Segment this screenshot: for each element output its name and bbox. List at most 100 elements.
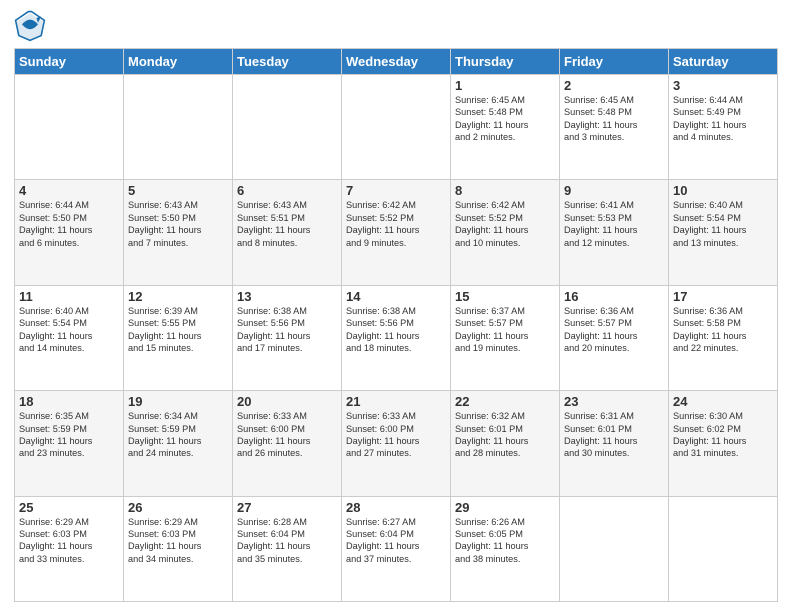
day-number: 14: [346, 289, 446, 304]
calendar-cell: 6Sunrise: 6:43 AM Sunset: 5:51 PM Daylig…: [233, 180, 342, 285]
day-number: 15: [455, 289, 555, 304]
day-info: Sunrise: 6:38 AM Sunset: 5:56 PM Dayligh…: [346, 305, 446, 355]
calendar-cell: 11Sunrise: 6:40 AM Sunset: 5:54 PM Dayli…: [15, 285, 124, 390]
weekday-header: Thursday: [451, 49, 560, 75]
calendar-cell: 8Sunrise: 6:42 AM Sunset: 5:52 PM Daylig…: [451, 180, 560, 285]
calendar-cell: 26Sunrise: 6:29 AM Sunset: 6:03 PM Dayli…: [124, 496, 233, 601]
day-number: 7: [346, 183, 446, 198]
day-info: Sunrise: 6:32 AM Sunset: 6:01 PM Dayligh…: [455, 410, 555, 460]
calendar-cell: [560, 496, 669, 601]
calendar-cell: 20Sunrise: 6:33 AM Sunset: 6:00 PM Dayli…: [233, 391, 342, 496]
weekday-header: Wednesday: [342, 49, 451, 75]
day-number: 13: [237, 289, 337, 304]
weekday-header: Friday: [560, 49, 669, 75]
calendar-cell: 19Sunrise: 6:34 AM Sunset: 5:59 PM Dayli…: [124, 391, 233, 496]
day-number: 21: [346, 394, 446, 409]
calendar-cell: [342, 75, 451, 180]
day-number: 23: [564, 394, 664, 409]
calendar-cell: 29Sunrise: 6:26 AM Sunset: 6:05 PM Dayli…: [451, 496, 560, 601]
header: [14, 10, 778, 42]
calendar-cell: 12Sunrise: 6:39 AM Sunset: 5:55 PM Dayli…: [124, 285, 233, 390]
day-number: 25: [19, 500, 119, 515]
calendar-week-row: 25Sunrise: 6:29 AM Sunset: 6:03 PM Dayli…: [15, 496, 778, 601]
weekday-header: Monday: [124, 49, 233, 75]
day-number: 16: [564, 289, 664, 304]
day-info: Sunrise: 6:29 AM Sunset: 6:03 PM Dayligh…: [128, 516, 228, 566]
calendar-week-row: 4Sunrise: 6:44 AM Sunset: 5:50 PM Daylig…: [15, 180, 778, 285]
day-number: 24: [673, 394, 773, 409]
day-number: 18: [19, 394, 119, 409]
day-info: Sunrise: 6:40 AM Sunset: 5:54 PM Dayligh…: [19, 305, 119, 355]
calendar-header-row: SundayMondayTuesdayWednesdayThursdayFrid…: [15, 49, 778, 75]
day-number: 28: [346, 500, 446, 515]
calendar-cell: [15, 75, 124, 180]
day-number: 10: [673, 183, 773, 198]
calendar-cell: 24Sunrise: 6:30 AM Sunset: 6:02 PM Dayli…: [669, 391, 778, 496]
day-number: 19: [128, 394, 228, 409]
day-info: Sunrise: 6:42 AM Sunset: 5:52 PM Dayligh…: [346, 199, 446, 249]
day-info: Sunrise: 6:34 AM Sunset: 5:59 PM Dayligh…: [128, 410, 228, 460]
calendar-cell: 14Sunrise: 6:38 AM Sunset: 5:56 PM Dayli…: [342, 285, 451, 390]
day-number: 11: [19, 289, 119, 304]
day-number: 26: [128, 500, 228, 515]
day-number: 9: [564, 183, 664, 198]
calendar-cell: 10Sunrise: 6:40 AM Sunset: 5:54 PM Dayli…: [669, 180, 778, 285]
day-info: Sunrise: 6:26 AM Sunset: 6:05 PM Dayligh…: [455, 516, 555, 566]
day-number: 6: [237, 183, 337, 198]
day-number: 2: [564, 78, 664, 93]
calendar-cell: 15Sunrise: 6:37 AM Sunset: 5:57 PM Dayli…: [451, 285, 560, 390]
day-number: 29: [455, 500, 555, 515]
day-info: Sunrise: 6:39 AM Sunset: 5:55 PM Dayligh…: [128, 305, 228, 355]
day-info: Sunrise: 6:45 AM Sunset: 5:48 PM Dayligh…: [564, 94, 664, 144]
calendar-cell: 27Sunrise: 6:28 AM Sunset: 6:04 PM Dayli…: [233, 496, 342, 601]
day-number: 17: [673, 289, 773, 304]
logo: [14, 10, 50, 42]
day-info: Sunrise: 6:43 AM Sunset: 5:51 PM Dayligh…: [237, 199, 337, 249]
day-number: 1: [455, 78, 555, 93]
day-info: Sunrise: 6:27 AM Sunset: 6:04 PM Dayligh…: [346, 516, 446, 566]
calendar-cell: 4Sunrise: 6:44 AM Sunset: 5:50 PM Daylig…: [15, 180, 124, 285]
calendar-cell: [124, 75, 233, 180]
day-info: Sunrise: 6:45 AM Sunset: 5:48 PM Dayligh…: [455, 94, 555, 144]
day-info: Sunrise: 6:40 AM Sunset: 5:54 PM Dayligh…: [673, 199, 773, 249]
calendar-cell: 1Sunrise: 6:45 AM Sunset: 5:48 PM Daylig…: [451, 75, 560, 180]
day-info: Sunrise: 6:37 AM Sunset: 5:57 PM Dayligh…: [455, 305, 555, 355]
day-info: Sunrise: 6:44 AM Sunset: 5:50 PM Dayligh…: [19, 199, 119, 249]
weekday-header: Tuesday: [233, 49, 342, 75]
calendar-cell: 25Sunrise: 6:29 AM Sunset: 6:03 PM Dayli…: [15, 496, 124, 601]
calendar-week-row: 11Sunrise: 6:40 AM Sunset: 5:54 PM Dayli…: [15, 285, 778, 390]
calendar-cell: 18Sunrise: 6:35 AM Sunset: 5:59 PM Dayli…: [15, 391, 124, 496]
day-info: Sunrise: 6:29 AM Sunset: 6:03 PM Dayligh…: [19, 516, 119, 566]
day-number: 5: [128, 183, 228, 198]
day-info: Sunrise: 6:38 AM Sunset: 5:56 PM Dayligh…: [237, 305, 337, 355]
calendar-cell: 7Sunrise: 6:42 AM Sunset: 5:52 PM Daylig…: [342, 180, 451, 285]
calendar: SundayMondayTuesdayWednesdayThursdayFrid…: [14, 48, 778, 602]
calendar-cell: 16Sunrise: 6:36 AM Sunset: 5:57 PM Dayli…: [560, 285, 669, 390]
weekday-header: Saturday: [669, 49, 778, 75]
calendar-cell: 21Sunrise: 6:33 AM Sunset: 6:00 PM Dayli…: [342, 391, 451, 496]
day-number: 27: [237, 500, 337, 515]
day-info: Sunrise: 6:28 AM Sunset: 6:04 PM Dayligh…: [237, 516, 337, 566]
day-info: Sunrise: 6:31 AM Sunset: 6:01 PM Dayligh…: [564, 410, 664, 460]
day-number: 12: [128, 289, 228, 304]
calendar-week-row: 1Sunrise: 6:45 AM Sunset: 5:48 PM Daylig…: [15, 75, 778, 180]
calendar-cell: 23Sunrise: 6:31 AM Sunset: 6:01 PM Dayli…: [560, 391, 669, 496]
logo-icon: [14, 10, 46, 42]
calendar-cell: 17Sunrise: 6:36 AM Sunset: 5:58 PM Dayli…: [669, 285, 778, 390]
page: SundayMondayTuesdayWednesdayThursdayFrid…: [0, 0, 792, 612]
day-number: 3: [673, 78, 773, 93]
calendar-cell: [669, 496, 778, 601]
day-info: Sunrise: 6:33 AM Sunset: 6:00 PM Dayligh…: [237, 410, 337, 460]
weekday-header: Sunday: [15, 49, 124, 75]
day-info: Sunrise: 6:36 AM Sunset: 5:58 PM Dayligh…: [673, 305, 773, 355]
calendar-cell: 3Sunrise: 6:44 AM Sunset: 5:49 PM Daylig…: [669, 75, 778, 180]
day-info: Sunrise: 6:42 AM Sunset: 5:52 PM Dayligh…: [455, 199, 555, 249]
day-info: Sunrise: 6:33 AM Sunset: 6:00 PM Dayligh…: [346, 410, 446, 460]
calendar-cell: 28Sunrise: 6:27 AM Sunset: 6:04 PM Dayli…: [342, 496, 451, 601]
calendar-cell: 13Sunrise: 6:38 AM Sunset: 5:56 PM Dayli…: [233, 285, 342, 390]
day-info: Sunrise: 6:35 AM Sunset: 5:59 PM Dayligh…: [19, 410, 119, 460]
day-info: Sunrise: 6:30 AM Sunset: 6:02 PM Dayligh…: [673, 410, 773, 460]
day-number: 22: [455, 394, 555, 409]
calendar-cell: 2Sunrise: 6:45 AM Sunset: 5:48 PM Daylig…: [560, 75, 669, 180]
calendar-cell: 9Sunrise: 6:41 AM Sunset: 5:53 PM Daylig…: [560, 180, 669, 285]
